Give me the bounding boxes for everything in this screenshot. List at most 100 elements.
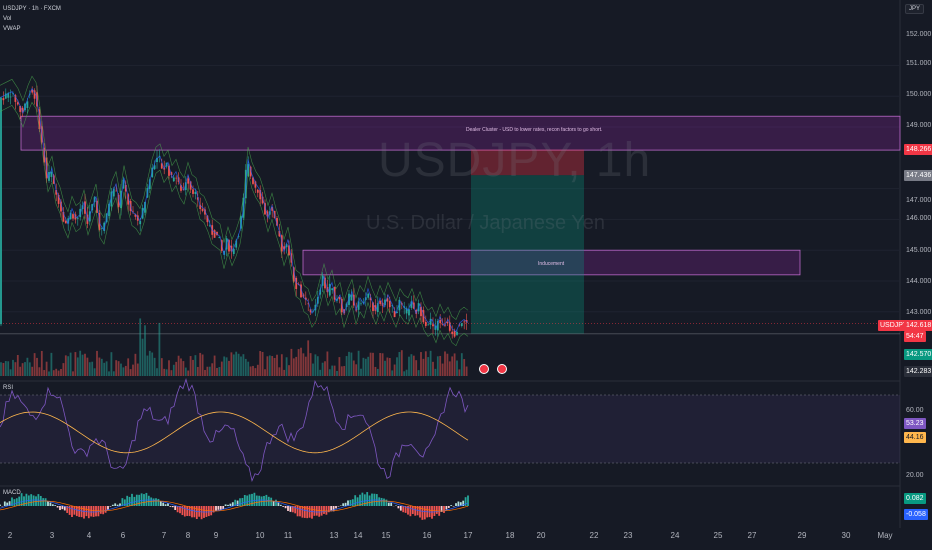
volume-bar [100,358,103,376]
volume-bar [194,355,197,376]
volume-bar [268,355,271,376]
volume-bar [247,361,250,376]
volume-bar [182,361,185,376]
volume-bar [391,370,394,376]
volume-bar [405,369,408,376]
macd-histogram-bar [169,506,172,507]
macd-histogram-bar [253,492,256,506]
volume-bar [84,353,86,376]
volume-bar [444,351,446,376]
candle-body [72,214,74,219]
volume-bar [26,357,29,376]
volume-bar [72,371,74,376]
dealer-cluster-label[interactable]: Dealer Cluster - USD to lower rates, rec… [466,127,602,133]
macd-histogram-bar [227,504,229,506]
macd-histogram-bar [351,499,354,506]
symbol-line[interactable]: USDJPY · 1h · FXCM [3,5,61,13]
macd-histogram-bar [131,493,133,506]
indicator-vwap[interactable]: VWAP [3,25,20,33]
volume-bar [21,363,24,376]
volume-bar [304,356,307,376]
macd-histogram-bar [455,503,457,506]
macd-histogram-bar [157,498,160,506]
macd-histogram-bar [315,506,318,516]
volume-bar [96,350,98,376]
rsi-value-badge: 53.23 [904,418,926,429]
volume-bar [88,362,91,376]
volume-bar [384,360,386,376]
rsi-pane-label[interactable]: RSI [3,385,13,391]
volume-bar [206,366,209,376]
event-marker[interactable] [497,364,507,374]
macd-histogram-bar [224,504,227,506]
volume-bar [408,356,410,376]
last-price-badge: 142.618 [904,320,932,331]
macd-histogram-bar [205,506,208,517]
macd-histogram-bar [445,506,448,510]
volume-bar [314,354,317,376]
indicator-vol[interactable]: Vol [3,15,11,23]
volume-bar [350,352,353,376]
macd-pane-label[interactable]: MACD [3,490,21,496]
macd-histogram-bar [270,497,273,506]
volume-bar [369,352,372,376]
volume-bar [456,360,458,376]
volume-bar [163,368,166,376]
candle-body [50,171,53,177]
volume-bar [460,353,463,376]
volume-bar [24,362,26,376]
price-tick: 149.000 [906,122,932,129]
rsi-tick-60: 60.00 [906,407,924,414]
volume-bar [36,357,38,376]
candle-body [115,190,118,192]
volume-bar [436,356,439,376]
macd-histogram-bar [296,506,299,517]
macd-histogram-bar [337,506,340,507]
volume-bar [76,357,79,376]
macd-histogram-bar [308,506,311,518]
rsi-tick-20: 20.00 [906,472,924,479]
volume-bar [225,357,228,376]
volume-bar [50,352,53,376]
inducement-label[interactable]: Inducement [538,261,564,267]
macd-histogram-bar [385,499,388,506]
macd-histogram-bar [47,501,49,506]
macd-histogram-bar [54,505,57,506]
volume-bar [19,366,22,376]
time-axis-label: 17 [463,531,473,540]
volume-bar [208,366,211,376]
entry-price-badge: 147.436 [904,170,932,181]
macd-histogram-bar [107,506,109,510]
volume-bar [223,356,226,376]
macd-histogram-bar [15,498,18,506]
volume-bar [0,362,2,376]
macd-histogram-bar [323,506,325,514]
volume-bar [307,340,310,376]
macd-histogram-bar [467,495,469,506]
volume-bar [432,361,434,376]
chart-canvas[interactable] [0,0,932,550]
volume-bar [292,358,295,376]
volume-bar [240,356,242,376]
volume-bar [360,368,362,376]
volume-bar [81,354,84,376]
volume-bar [129,369,132,376]
volume-bar [266,356,269,376]
volume-bar [328,369,331,376]
chart-stage[interactable]: USDJPY · 1h · FXCM Vol VWAP JPY USDJPY, … [0,0,932,550]
candle-body [175,177,178,179]
low-price-badge: 142.283 [904,366,932,377]
target-price-badge: 148.266 [904,144,932,155]
macd-histogram-bar [217,506,220,510]
rsi-ma-badge: 44.16 [904,432,926,443]
volume-bar [33,353,36,376]
candle-body [331,288,334,291]
macd-histogram-bar [174,506,177,510]
candle-body [100,228,103,229]
currency-button[interactable]: JPY [904,4,924,14]
event-marker[interactable] [479,364,489,374]
volume-bar [192,359,194,376]
volume-bar [288,365,290,376]
volume-bar [103,362,106,376]
candle-body [192,189,194,194]
